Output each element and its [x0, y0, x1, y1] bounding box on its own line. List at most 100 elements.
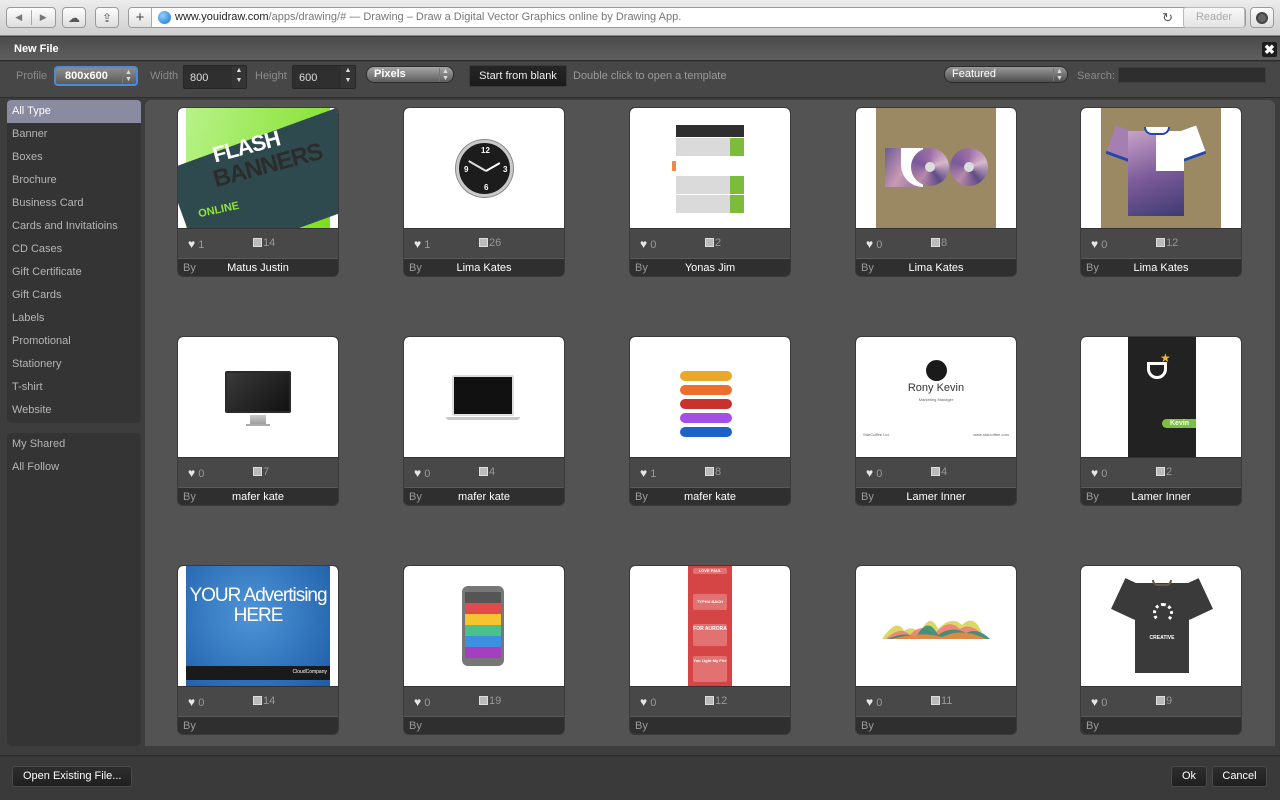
like-button[interactable]: ♥ 0 — [414, 466, 430, 480]
like-button[interactable]: ♥ 0 — [866, 237, 882, 251]
back-icon[interactable]: ◀ — [7, 12, 31, 23]
template-stats: ♥ 1 8 — [630, 457, 790, 486]
sidebar-item-all-follow[interactable]: All Follow — [7, 456, 141, 479]
template-card[interactable]: LOVE PAUL TYPHA BACH FOR AURORA You Ligh… — [629, 565, 791, 735]
author-name[interactable]: Lamer Inner — [1081, 491, 1241, 503]
template-thumbnail[interactable]: LOVE PAUL TYPHA BACH FOR AURORA You Ligh… — [630, 566, 790, 686]
template-card[interactable]: ♥ 0 11 By — [855, 565, 1017, 735]
sidebar-item-my-shared[interactable]: My Shared — [7, 433, 141, 456]
sidebar-item-boxes[interactable]: Boxes — [7, 146, 141, 169]
share-button[interactable]: ⇪ — [95, 7, 119, 28]
author-name[interactable]: mafer kate — [178, 491, 338, 503]
template-thumbnail[interactable]: 12 3 69 — [404, 108, 564, 228]
like-button[interactable]: ♥ 0 — [1091, 466, 1107, 480]
heart-icon: ♥ — [188, 237, 196, 251]
sidebar-item-labels[interactable]: Labels — [7, 307, 141, 330]
sidebar-item-t-shirt[interactable]: T-shirt — [7, 376, 141, 399]
sidebar-item-gift-certificate[interactable]: Gift Certificate — [7, 261, 141, 284]
close-icon[interactable]: ✖ — [1262, 42, 1277, 57]
template-thumbnail[interactable]: FLASH BANNERS ONLINE — [178, 108, 338, 228]
template-thumbnail[interactable] — [404, 337, 564, 457]
template-thumbnail[interactable] — [1081, 108, 1241, 228]
template-thumbnail[interactable] — [404, 566, 564, 686]
like-button[interactable]: ♥ 1 — [188, 237, 204, 251]
template-thumbnail[interactable] — [630, 108, 790, 228]
like-button[interactable]: ♥ 0 — [640, 237, 656, 251]
author-name[interactable]: Matus Justin — [178, 262, 338, 274]
edit-count: 8 — [931, 237, 947, 249]
width-input[interactable]: 800 ▲ ▼ — [183, 65, 247, 89]
profile-select[interactable]: 800x600 ▲ ▼ — [54, 66, 138, 86]
author-name[interactable]: Lima Kates — [404, 262, 564, 274]
like-button[interactable]: ♥ 0 — [414, 695, 430, 709]
address-bar[interactable]: + www.youidraw.com/apps/drawing/# — Draw… — [128, 7, 1246, 28]
sort-select[interactable]: Featured ▲ ▼ — [944, 66, 1068, 83]
template-thumbnail[interactable] — [856, 108, 1016, 228]
width-stepper[interactable]: ▲ ▼ — [232, 66, 246, 88]
sidebar-item-stationery[interactable]: Stationery — [7, 353, 141, 376]
sidebar-item-cards-and-invitatioins[interactable]: Cards and Invitatioins — [7, 215, 141, 238]
like-button[interactable]: ♥ 1 — [414, 237, 430, 251]
template-thumbnail[interactable]: CREATIVE — [1081, 566, 1241, 686]
sidebar-item-business-card[interactable]: Business Card — [7, 192, 141, 215]
ok-button[interactable]: Ok — [1171, 766, 1207, 787]
sidebar-item-gift-cards[interactable]: Gift Cards — [7, 284, 141, 307]
add-bookmark-button[interactable]: + — [129, 8, 152, 27]
template-thumbnail[interactable] — [178, 337, 338, 457]
open-existing-file-button[interactable]: Open Existing File... — [12, 766, 133, 787]
template-card[interactable]: ♥ 0 8 By Lima Kates — [855, 107, 1017, 277]
forward-icon[interactable]: ▶ — [32, 12, 56, 23]
sidebar-item-brochure[interactable]: Brochure — [7, 169, 141, 192]
like-button[interactable]: ♥ 0 — [188, 695, 204, 709]
like-button[interactable]: ♥ 0 — [866, 466, 882, 480]
author-name[interactable]: mafer kate — [630, 491, 790, 503]
template-thumbnail[interactable]: YOUR Advertising HERE CloudCompany — [178, 566, 338, 686]
like-button[interactable]: ♥ 0 — [1091, 237, 1107, 251]
template-card[interactable]: ♥ 0 7 By mafer kate — [177, 336, 339, 506]
reload-icon[interactable]: ↻ — [1162, 10, 1173, 26]
sidebar-item-cd-cases[interactable]: CD Cases — [7, 238, 141, 261]
template-card[interactable]: YOUR Advertising HERE CloudCompany ♥ 0 1… — [177, 565, 339, 735]
template-card[interactable]: ♥ 0 2 By Yonas Jim — [629, 107, 791, 277]
author-name[interactable]: mafer kate — [404, 491, 564, 503]
height-stepper[interactable]: ▲ ▼ — [341, 66, 355, 88]
template-card[interactable]: ★ Kevin ♥ 0 2 By Lamer Inner — [1080, 336, 1242, 506]
sidebar-item-all-type[interactable]: All Type — [7, 100, 141, 123]
author-name[interactable]: Lima Kates — [1081, 262, 1241, 274]
template-thumbnail[interactable]: ★ Kevin — [1081, 337, 1241, 457]
sidebar-item-banner[interactable]: Banner — [7, 123, 141, 146]
search-input[interactable] — [1118, 67, 1266, 83]
template-card[interactable]: 12 3 69 ♥ 1 26 By Lima Kates — [403, 107, 565, 277]
template-thumbnail[interactable] — [630, 337, 790, 457]
cancel-button[interactable]: Cancel — [1212, 766, 1267, 787]
author-name[interactable]: Lamer Inner — [856, 491, 1016, 503]
start-from-blank-button[interactable]: Start from blank — [469, 65, 567, 87]
template-card[interactable]: ♥ 0 12 By Lima Kates — [1080, 107, 1242, 277]
sidebar-item-promotional[interactable]: Promotional — [7, 330, 141, 353]
template-card[interactable]: CREATIVE ♥ 0 9 By — [1080, 565, 1242, 735]
template-card[interactable]: FLASH BANNERS ONLINE ♥ 1 14 By Matus Jus… — [177, 107, 339, 277]
template-card[interactable]: ♥ 0 4 By mafer kate — [403, 336, 565, 506]
template-thumbnail[interactable]: Rony Kevin Marketing Manager StarCoffee … — [856, 337, 1016, 457]
like-button[interactable]: ♥ 0 — [1091, 695, 1107, 709]
like-button[interactable]: ♥ 1 — [640, 466, 656, 480]
downloads-button[interactable] — [1250, 7, 1274, 28]
url-text[interactable]: www.youidraw.com/apps/drawing/# — Drawin… — [175, 11, 681, 23]
like-button[interactable]: ♥ 0 — [640, 695, 656, 709]
units-select[interactable]: Pixels ▲ ▼ — [366, 66, 454, 83]
template-stats: ♥ 0 9 — [1081, 686, 1241, 715]
reader-button[interactable]: Reader — [1183, 7, 1245, 28]
template-card[interactable]: ♥ 0 19 By — [403, 565, 565, 735]
sidebar-item-website[interactable]: Website — [7, 399, 141, 422]
template-grid[interactable]: FLASH BANNERS ONLINE ♥ 1 14 By Matus Jus… — [145, 100, 1275, 746]
template-card[interactable]: ♥ 1 8 By mafer kate — [629, 336, 791, 506]
template-card[interactable]: Rony Kevin Marketing Manager StarCoffee … — [855, 336, 1017, 506]
template-thumbnail[interactable] — [856, 566, 1016, 686]
back-forward-buttons[interactable]: ◀ ▶ — [6, 7, 56, 28]
like-button[interactable]: ♥ 0 — [866, 695, 882, 709]
icloud-tabs-button[interactable]: ☁ — [62, 7, 86, 28]
author-name[interactable]: Yonas Jim — [630, 262, 790, 274]
height-input[interactable]: 600 ▲ ▼ — [292, 65, 356, 89]
like-button[interactable]: ♥ 0 — [188, 466, 204, 480]
author-name[interactable]: Lima Kates — [856, 262, 1016, 274]
